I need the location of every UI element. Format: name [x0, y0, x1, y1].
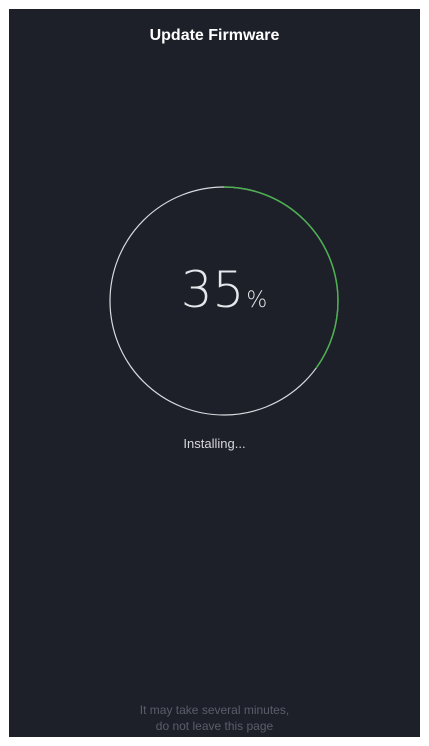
notice-line-1: It may take several minutes, — [139, 703, 290, 717]
notice-line-2: do not leave this page — [155, 719, 274, 733]
firmware-update-screen: Update Firmware 35% Installing... It may… — [9, 9, 420, 737]
notice-text: It may take several minutes, do not leav… — [9, 702, 420, 734]
page-title: Update Firmware — [149, 27, 280, 44]
progress-value: 35 — [180, 261, 245, 319]
progress-unit: % — [246, 288, 268, 313]
progress-percentage: 35% — [108, 265, 340, 315]
status-text: Installing... — [183, 436, 246, 451]
